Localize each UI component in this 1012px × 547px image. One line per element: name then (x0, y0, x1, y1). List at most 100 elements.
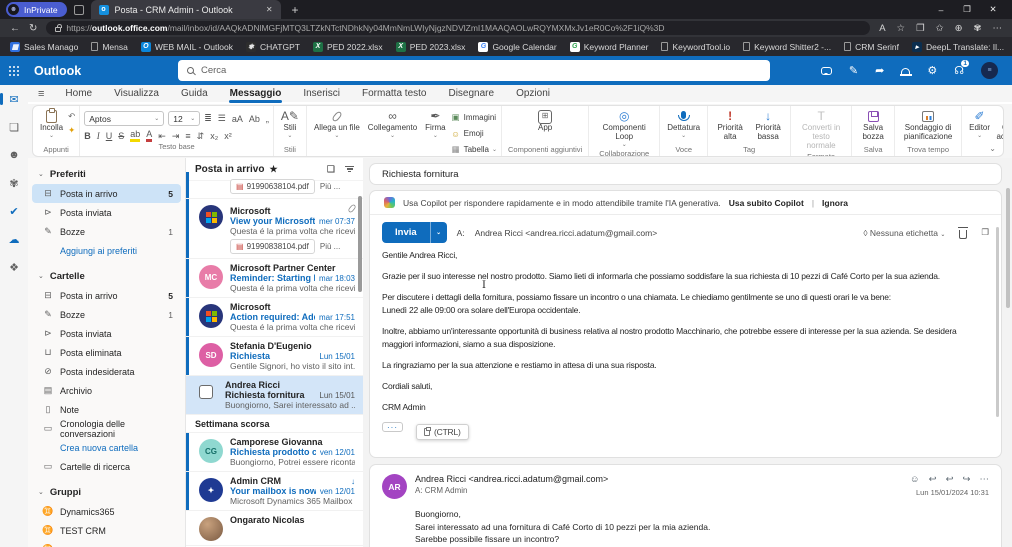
paste-button[interactable]: Incolla ⌄ (37, 108, 66, 140)
sidebar-item-posta-inviata[interactable]: ⊳ Posta inviata (32, 203, 181, 222)
tab-disegnare[interactable]: Disegnare (437, 85, 505, 102)
italic-icon[interactable]: I (97, 131, 100, 141)
line-spacing-icon[interactable]: ⇵ (197, 131, 205, 142)
bookmark-item[interactable]: X PED 2023.xlsx (395, 41, 465, 52)
indent-increase-icon[interactable]: ⇥ (172, 131, 180, 142)
numbering-icon[interactable]: ☰ (218, 113, 226, 124)
quote-icon[interactable]: „ (266, 114, 269, 124)
refresh-icon[interactable]: ↻ (29, 23, 37, 34)
dictate-button[interactable]: Dettatura ⌄ (664, 108, 703, 140)
folder-cartelle-di-ricerca[interactable]: ▭ Cartelle di ricerca (32, 457, 181, 476)
back-icon[interactable]: ← (10, 23, 20, 34)
styles-button[interactable]: A✎ Stili ⌄ (278, 108, 302, 140)
send-options-icon[interactable]: ⌄ (429, 222, 447, 243)
tab-visualizza[interactable]: Visualizza (103, 85, 170, 102)
emoji-button[interactable]: ☺ Emoji (451, 127, 483, 140)
save-draft-button[interactable]: Salva bozza (856, 108, 890, 143)
scheduling-poll-button[interactable]: Sondaggio di pianificazione (899, 108, 957, 143)
tab-close-icon[interactable]: ✕ (266, 5, 273, 14)
favorites-section-header[interactable]: ⌄ Preferiti (28, 164, 185, 184)
bookmark-item[interactable]: Keyword Shitter2 -... (743, 42, 831, 52)
nav-toggle-icon[interactable]: ≡ (28, 88, 54, 100)
folder-archivio[interactable]: ▤ Archivio (32, 381, 181, 400)
search-input[interactable]: Cerca (178, 60, 770, 81)
bold-icon[interactable]: B (84, 131, 91, 141)
send-button[interactable]: Invia ⌄ (382, 222, 447, 243)
align-icon[interactable]: ≡ (185, 131, 190, 141)
notifications-icon[interactable] (899, 67, 912, 76)
message-item[interactable]: ✦ Admin CRM↓ Your mailbox is now c...ven… (186, 472, 363, 511)
message-item[interactable]: MC Microsoft Partner Center Reminder: St… (186, 259, 363, 298)
tab-actions-icon[interactable] (73, 4, 84, 15)
folder-posta-inviata[interactable]: ⊳ Posta inviata (32, 324, 181, 343)
reactions-icon[interactable]: ☺ (910, 474, 920, 485)
underline-icon[interactable]: U (106, 131, 113, 141)
signature-button[interactable]: ✒ Firma ⌄ (422, 108, 448, 140)
rail-chat-icon[interactable]: ❏ (6, 119, 22, 135)
groups-section-header[interactable]: ⌄ Gruppi (28, 482, 185, 502)
reply-icon[interactable]: ↩ (929, 474, 937, 485)
favorite-star-icon[interactable]: ☆ (897, 23, 906, 34)
bullets-icon[interactable]: ≣ (204, 113, 212, 124)
tab-opzioni[interactable]: Opzioni (505, 85, 561, 102)
rail-engage-icon[interactable]: ✾ (6, 175, 22, 191)
sidebar-item-posta-in-arrivo[interactable]: ⊟ Posta in arrivo 5 (32, 184, 181, 203)
message-item-selected[interactable]: Andrea Ricci Richiesta fornitura Lun 15/0… (186, 376, 363, 415)
suggestion-bulb-icon[interactable]: ✦ (68, 125, 75, 136)
new-tab-button[interactable]: + (288, 3, 303, 17)
group-test-crm[interactable]: ♊ TEST CRM (32, 521, 181, 540)
table-button[interactable]: ▦ Tabella ⌄ (451, 143, 497, 156)
folder-cronologia[interactable]: ▭ Cronologia delle conversazioni (32, 419, 181, 439)
open-in-new-window-icon[interactable]: ❐ (981, 227, 989, 238)
group-dynamics365[interactable]: ♊ Dynamics365 (32, 502, 181, 521)
tab-guida[interactable]: Guida (170, 85, 219, 102)
subscript-icon[interactable]: x₂ (210, 131, 218, 141)
compose-scrollbar[interactable] (995, 227, 999, 417)
bookmark-item[interactable]: ▦ Sales Manago (10, 41, 78, 52)
add-to-favorites-link[interactable]: Aggiungi ai preferiti (32, 241, 181, 260)
rail-more-apps-icon[interactable]: ❖ (6, 259, 22, 275)
indent-decrease-icon[interactable]: ⇤ (158, 131, 166, 142)
browser-tab[interactable]: o Posta - CRM Admin - Outlook ✕ (90, 0, 281, 19)
message-item-partial-top[interactable]: ▤ 91990638104.pdf Più ... (186, 172, 363, 199)
message-item[interactable]: Microsoft View your Microsoft ...mer 07:… (186, 199, 363, 259)
show-quoted-text-button[interactable]: ··· (382, 422, 403, 432)
loop-button[interactable]: ◎ Componenti Loop ⌄ (593, 108, 655, 149)
read-aloud-icon[interactable]: A (879, 23, 885, 34)
message-item[interactable]: CG Camporese Giovanna Richiesta prodotto… (186, 433, 363, 472)
attach-file-button[interactable]: Allega un file ⌄ (311, 108, 363, 140)
bookmark-item[interactable]: ▸ DeepL Translate: Il... (912, 41, 1004, 52)
undo-icon[interactable]: ↶ (68, 111, 75, 122)
superscript-icon[interactable]: x² (224, 131, 232, 141)
link-button[interactable]: ∞ Collegamento ⌄ (365, 108, 420, 140)
rail-onedrive-icon[interactable]: ☁ (6, 231, 22, 247)
folder-posta-indesiderata[interactable]: ⊘ Posta indesiderata (32, 362, 181, 381)
dismiss-copilot-link[interactable]: Ignora (822, 198, 848, 208)
attachment-chip[interactable]: ▤ 91990838104.pdf (230, 239, 315, 254)
font-color-icon[interactable]: A (146, 130, 153, 142)
tab-inserisci[interactable]: Inserisci (292, 85, 351, 102)
more-actions-icon[interactable]: ⋯ (980, 474, 990, 485)
folder-note[interactable]: ▯ Note (32, 400, 181, 419)
rail-mail-icon[interactable]: ✉ (0, 91, 22, 107)
label-picker-button[interactable]: ◊ Nessuna etichetta ⌄ (863, 228, 945, 238)
url-field[interactable]: https://outlook.office.com/mail/inbox/id… (46, 21, 871, 35)
folder-posta-in-arrivo[interactable]: ⊟ Posta in arrivo 5 (32, 286, 181, 305)
support-icon[interactable]: ☊ 1 (954, 60, 969, 77)
message-item[interactable]: Microsoft Action required: Add ...mar 17… (186, 298, 363, 337)
font-size-select[interactable]: 12 ⌄ (168, 111, 201, 126)
app-launcher-icon[interactable] (0, 65, 28, 76)
tab-home[interactable]: Home (54, 85, 103, 102)
collapse-ribbon-icon[interactable]: ⌄ (989, 144, 996, 153)
message-checkbox[interactable] (199, 385, 213, 399)
window-restore-button[interactable]: ❐ (954, 0, 980, 19)
browser-menu-icon[interactable]: ⋯ (993, 23, 1003, 34)
list-scrollbar[interactable] (358, 196, 362, 292)
message-item[interactable]: SD Stefania D'Eugenio Richiesta Lun 15/01… (186, 337, 363, 376)
browser-essentials-icon[interactable]: ⊕ (955, 23, 963, 34)
use-copilot-link[interactable]: Usa subito Copilot (729, 198, 804, 208)
apps-button[interactable]: ⊞ App (535, 108, 555, 134)
feedback-icon[interactable]: ✎ (849, 64, 858, 77)
chat-icon[interactable] (820, 66, 832, 75)
collections-icon[interactable]: ✩ (936, 23, 944, 34)
